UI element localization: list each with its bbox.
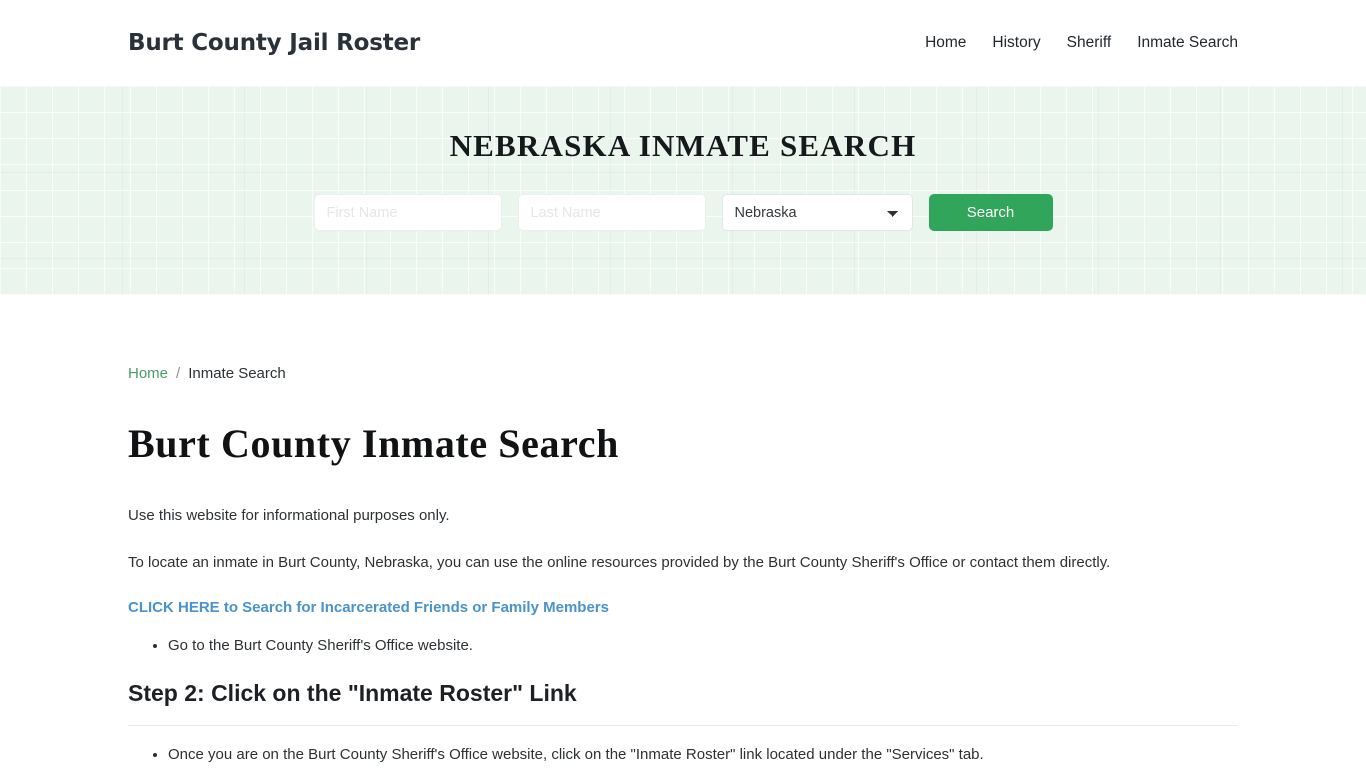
hero-search-section: NEBRASKA INMATE SEARCH Nebraska Search <box>0 86 1366 295</box>
page-title: Burt County Inmate Search <box>128 421 619 466</box>
site-header: Burt County Jail Roster Home History She… <box>0 0 1366 86</box>
breadcrumb-current-page: Inmate Search <box>188 365 286 382</box>
list-item: Once you are on the Burt County Sheriff'… <box>168 744 1238 767</box>
description-paragraph: To locate an inmate in Burt County, Nebr… <box>128 554 1111 571</box>
search-button[interactable]: Search <box>928 194 1053 231</box>
nav-item-history[interactable]: History <box>992 34 1040 52</box>
last-name-input[interactable] <box>517 194 706 231</box>
site-brand-title[interactable]: Burt County Jail Roster <box>128 30 420 56</box>
section-divider <box>128 724 1238 726</box>
nav-item-inmate-search[interactable]: Inmate Search <box>1137 34 1238 52</box>
breadcrumb: Home / Inmate Search <box>128 365 1238 382</box>
state-select[interactable]: Nebraska <box>721 194 913 231</box>
main-content: Home / Inmate Search Burt County Inmate … <box>0 365 1366 766</box>
intro-paragraph: Use this website for informational purpo… <box>128 507 450 524</box>
nav-item-sheriff[interactable]: Sheriff <box>1067 34 1112 52</box>
nav-item-home[interactable]: Home <box>925 34 966 52</box>
breadcrumb-separator: / <box>176 365 181 382</box>
first-name-input[interactable] <box>313 194 502 231</box>
step2-heading: Step 2: Click on the "Inmate Roster" Lin… <box>128 679 577 706</box>
step1-bullet-list: Go to the Burt County Sheriff's Office w… <box>128 635 1238 658</box>
list-item: Go to the Burt County Sheriff's Office w… <box>168 635 1238 658</box>
inmate-search-form: Nebraska Search <box>313 194 1053 231</box>
main-navigation: Home History Sheriff Inmate Search <box>925 34 1238 52</box>
incarcerated-search-link[interactable]: CLICK HERE to Search for Incarcerated Fr… <box>128 599 609 616</box>
step2-bullet-list: Once you are on the Burt County Sheriff'… <box>128 744 1238 767</box>
hero-title: NEBRASKA INMATE SEARCH <box>449 128 917 163</box>
breadcrumb-link-home[interactable]: Home <box>128 365 168 382</box>
